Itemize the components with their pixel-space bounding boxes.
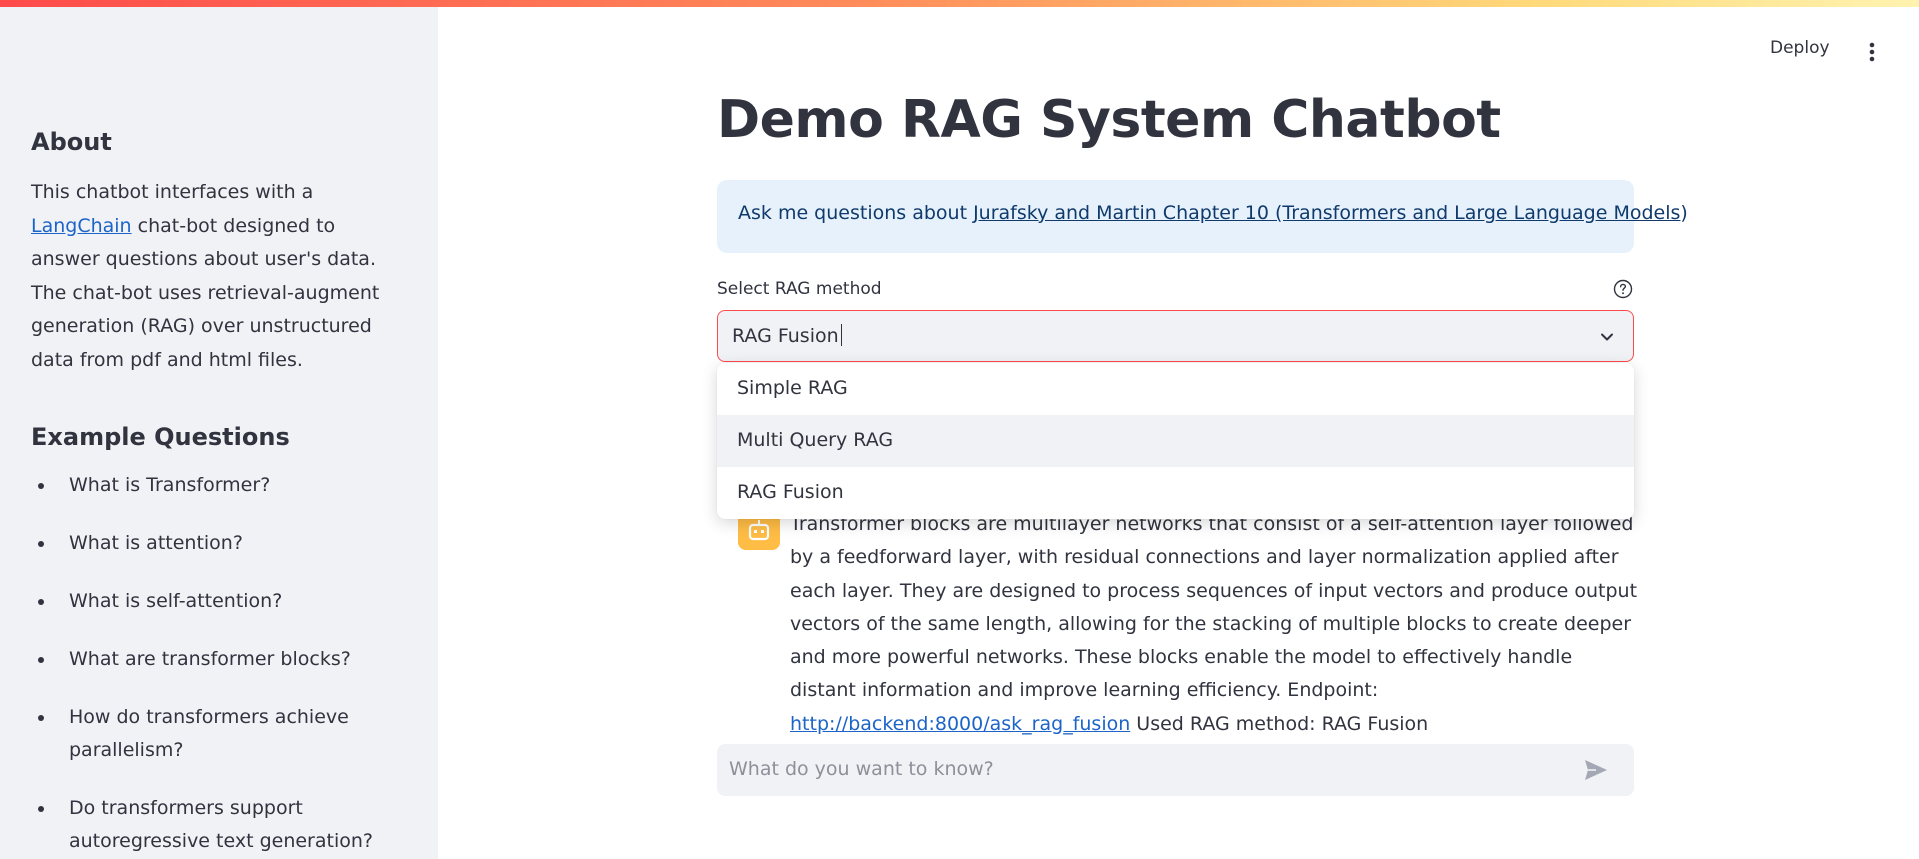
sidebar: About This chatbot interfaces with a Lan… (0, 0, 438, 859)
example-question: What is attention? (31, 527, 407, 560)
example-question: How do transformers achieve parallelism? (31, 701, 407, 767)
info-alert: Ask me questions about Jurafsky and Mart… (717, 180, 1688, 253)
info-suffix: ) (1680, 202, 1688, 224)
message-text: Transformer blocks are multilayer networ… (790, 513, 1638, 702)
endpoint-link[interactable]: http://backend:8000/ask_rag_fusion (790, 713, 1130, 735)
about-heading: About (31, 128, 112, 156)
send-icon[interactable] (1584, 759, 1608, 781)
langchain-link[interactable]: LangChain (31, 215, 132, 237)
option-rag-fusion[interactable]: RAG Fusion (717, 467, 1634, 519)
text-caret (840, 324, 842, 346)
example-question: Do transformers support autoregressive t… (31, 792, 407, 858)
top-decoration-bar (0, 0, 1919, 7)
question-circle-icon[interactable] (1613, 279, 1633, 299)
info-prefix: Ask me questions about (738, 202, 974, 224)
about-text-after: chat-bot designed to answer questions ab… (31, 214, 380, 371)
example-questions-heading: Example Questions (31, 423, 290, 451)
chat-input[interactable]: What do you want to know? (717, 744, 1634, 796)
assistant-message: Transformer blocks are multilayer networ… (790, 508, 1640, 741)
select-rag-label: Select RAG method (717, 279, 882, 299)
option-multi-query-rag[interactable]: Multi Query RAG (717, 415, 1634, 467)
about-text-before: This chatbot interfaces with a (31, 181, 314, 203)
page-title: Demo RAG System Chatbot (717, 90, 1501, 150)
example-question: What are transformer blocks? (31, 643, 407, 676)
example-question: What is Transformer? (31, 469, 407, 502)
example-questions-list: What is Transformer? What is attention? … (31, 469, 407, 858)
chat-input-placeholder: What do you want to know? (729, 758, 994, 780)
deploy-button[interactable]: Deploy (1770, 38, 1830, 58)
kebab-menu-icon[interactable] (1862, 40, 1882, 64)
select-value: RAG Fusion (732, 325, 839, 347)
about-text: This chatbot interfaces with a LangChain… (31, 176, 407, 377)
chevron-down-icon[interactable] (1597, 327, 1617, 347)
example-question: What is self-attention? (31, 585, 407, 618)
rag-method-dropdown: Simple RAG Multi Query RAG RAG Fusion (717, 363, 1634, 519)
rag-method-select[interactable]: RAG Fusion (717, 310, 1634, 362)
option-simple-rag[interactable]: Simple RAG (717, 363, 1634, 415)
method-text: Used RAG method: RAG Fusion (1130, 712, 1429, 735)
chapter-link[interactable]: Jurafsky and Martin Chapter 10 (Transfor… (973, 202, 1680, 224)
